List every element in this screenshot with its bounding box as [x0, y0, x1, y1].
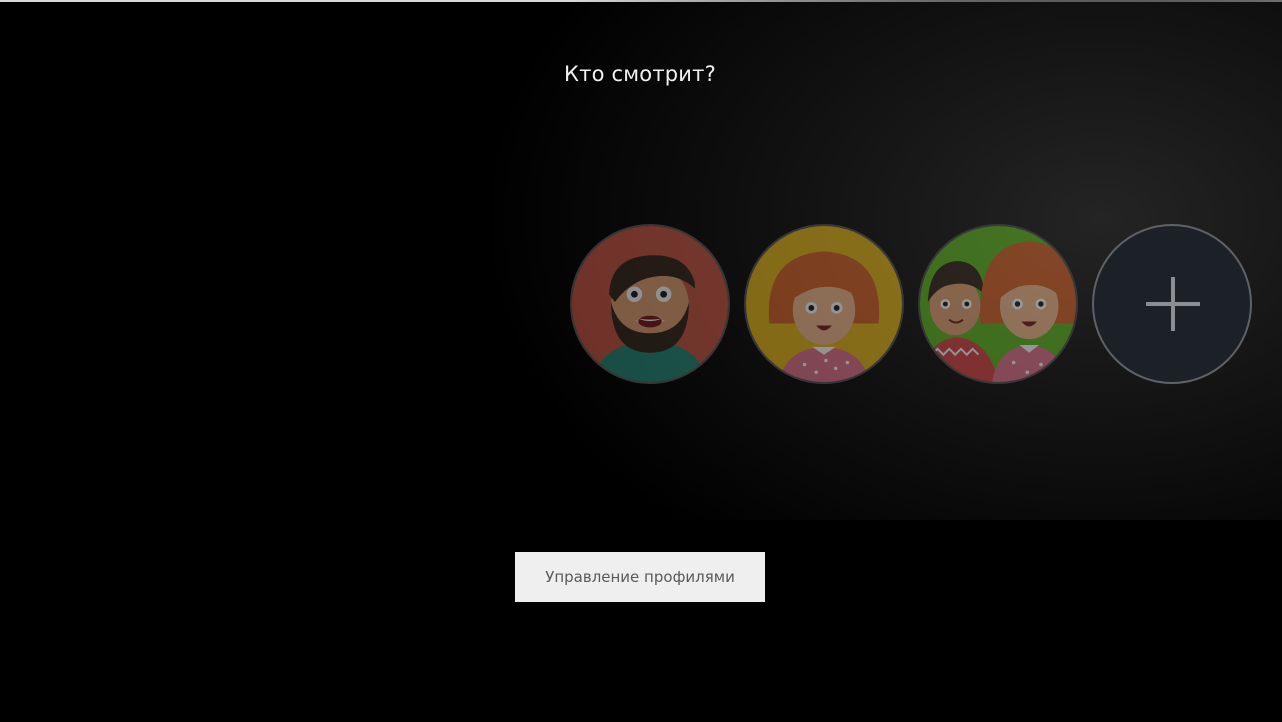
profile-avatar-1[interactable] [570, 224, 730, 384]
add-profile-button[interactable] [1092, 224, 1252, 384]
bearded-man-avatar-icon [572, 226, 728, 382]
profile-select-screen: Кто смотрит? Управление профилями [0, 0, 1282, 722]
manage-profiles-button[interactable]: Управление профилями [515, 552, 765, 602]
top-divider [0, 0, 1282, 2]
page-title: Кто смотрит? [564, 62, 716, 86]
red-haired-woman-avatar-icon [746, 226, 902, 382]
profile-avatar-3[interactable] [918, 224, 1078, 384]
profile-avatar-2[interactable] [744, 224, 904, 384]
family-avatar-icon [920, 226, 1076, 382]
